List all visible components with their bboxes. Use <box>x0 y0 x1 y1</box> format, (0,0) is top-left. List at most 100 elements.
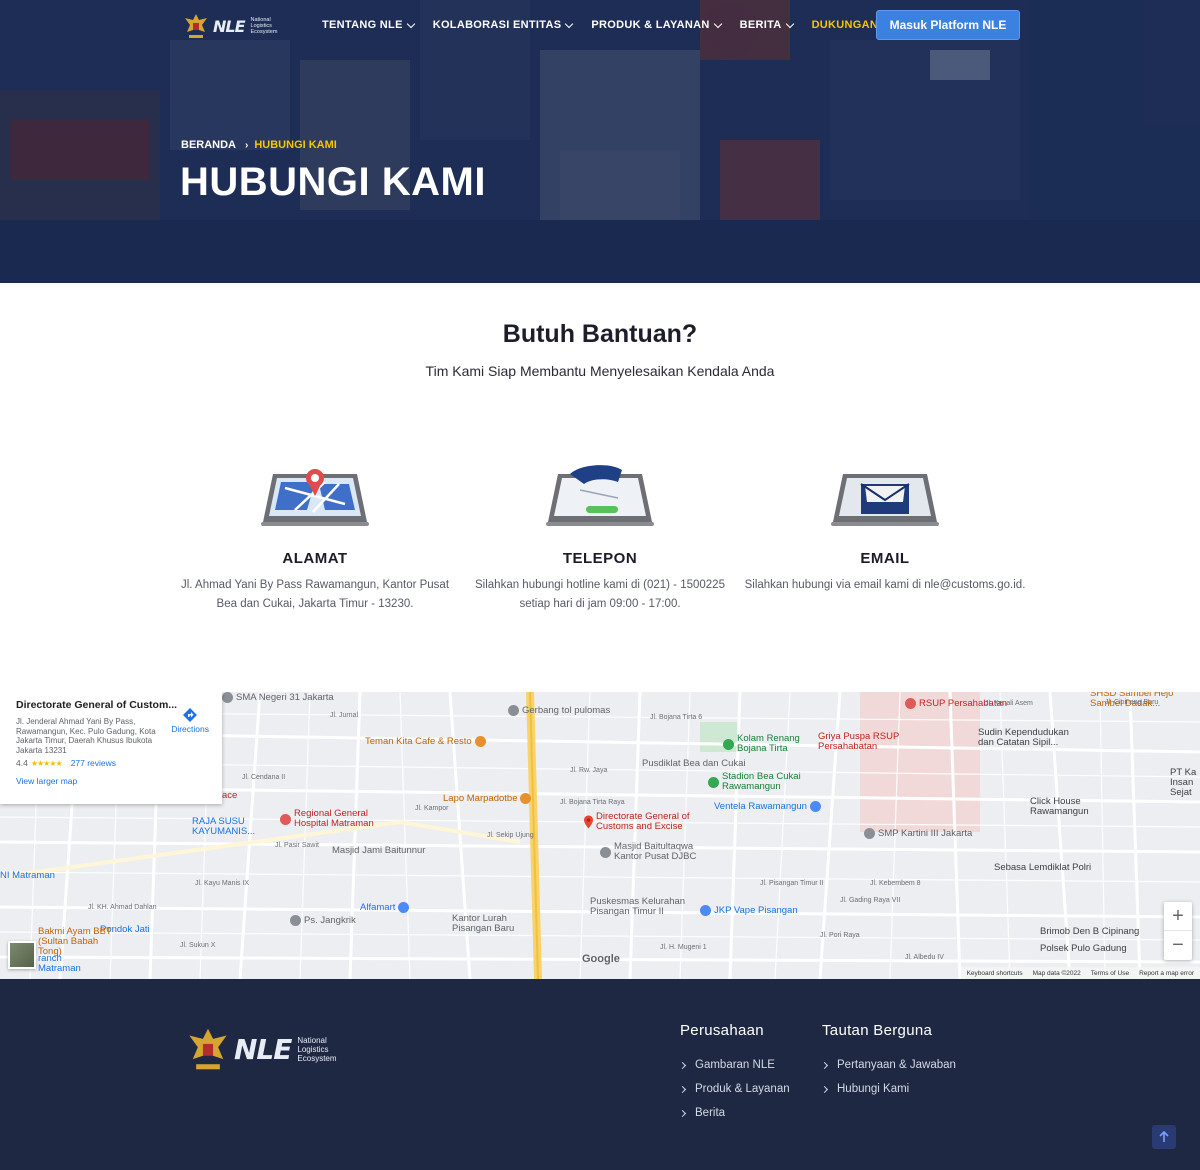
back-to-top-button[interactable] <box>1152 1125 1176 1149</box>
map-poi[interactable]: Polsek Pulo Gadung <box>1040 943 1127 954</box>
menu-label: KOLABORASI ENTITAS <box>432 19 562 31</box>
map-poi[interactable]: ace <box>222 790 237 801</box>
keyboard-shortcuts-link[interactable]: Keyboard shortcuts <box>967 970 1023 977</box>
poi-label: Kantor Lurah Pisangan Baru <box>452 913 515 934</box>
poi-label: Click House Rawamangun <box>1030 796 1089 817</box>
map-poi[interactable]: Ps. Jangkrik <box>290 915 356 926</box>
poi-label: Kolam Renang Bojana Tirta <box>737 733 800 754</box>
map-poi[interactable]: SMP Kartini III Jakarta <box>864 828 972 839</box>
menu-item-tentang-nle[interactable]: TENTANG NLE <box>322 19 415 31</box>
login-platform-button[interactable]: Masuk Platform NLE <box>876 10 1020 40</box>
pool-icon <box>723 738 734 750</box>
breadcrumb-home-link[interactable]: BERANDA <box>181 139 236 151</box>
footer-link[interactable]: Pertanyaan & Jawaban <box>820 1059 956 1071</box>
street-label: Jl. Pisangan Timur II <box>760 880 824 887</box>
map-poi[interactable]: JKP Vape Pisangan <box>700 905 798 916</box>
menu-label: DUKUNGAN <box>811 19 879 31</box>
shop-icon <box>700 905 711 916</box>
hero-banner: NLE National Logistics Ecosystem TENTANG… <box>0 0 1200 283</box>
map-poi[interactable]: Griya Puspa RSUP Persahabatan <box>818 732 918 752</box>
map-poi[interactable]: Alfamart <box>360 902 410 913</box>
street-label: Jl. Kebembem 8 <box>870 880 921 887</box>
poi-label: PT Ka Insan Sejat <box>1170 767 1197 798</box>
map-poi[interactable]: SMA Negeri 31 Jakarta <box>222 692 334 703</box>
place-rating: 4.4 ★★★★★ 277 reviews <box>16 758 212 768</box>
poi-label: Pusdiklat Bea dan Cukai <box>642 758 746 769</box>
terms-link[interactable]: Terms of Use <box>1091 970 1129 977</box>
footer-link-label: Hubungi Kami <box>837 1083 910 1095</box>
map-poi[interactable]: Regional General Hospital Matraman <box>280 809 390 829</box>
chevron-right-icon <box>678 1085 687 1093</box>
map-poi[interactable]: Puskesmas Kelurahan Pisangan Timur II <box>590 897 710 917</box>
map-poi[interactable]: Pusdiklat Bea dan Cukai <box>642 758 746 769</box>
chevron-right-icon <box>678 1109 687 1117</box>
zoom-out-button[interactable]: − <box>1164 931 1192 960</box>
map-poi[interactable]: NI Matraman <box>0 870 55 881</box>
map-poi[interactable]: PT Ka Insan Sejat <box>1170 768 1200 798</box>
zoom-in-button[interactable]: + <box>1164 902 1192 931</box>
help-title: Butuh Bantuan? <box>502 320 698 348</box>
place-address: Jl. Jenderal Ahmad Yani By Pass, Rawaman… <box>16 717 156 755</box>
map-poi[interactable]: Lapo Marpadotbe <box>443 793 532 804</box>
breadcrumb-current: HUBUNGI KAMI <box>254 139 337 151</box>
contact-description: Silahkan hubungi via email kami di nle@c… <box>744 579 1026 591</box>
street-label: Jl. Bojana Tirta Raya <box>560 799 625 806</box>
mosque-icon <box>600 846 611 858</box>
shop-icon <box>809 801 821 812</box>
map-poi[interactable]: RAJA SUSU KAYUMANIS... <box>192 817 282 837</box>
map-poi[interactable]: Sudin Kependudukan dan Catatan Sipil... <box>978 728 1078 748</box>
map-pin-icon <box>584 815 594 829</box>
menu-item-produk-layanan[interactable]: PRODUK & LAYANAN <box>591 19 722 31</box>
poi-label: Masjid Jami Baitunnur <box>332 845 426 856</box>
map-poi[interactable]: Gerbang tol pulomas <box>508 705 610 716</box>
footer: NLE National Logistics Ecosystem Perusah… <box>0 979 1200 1170</box>
menu-label: BERITA <box>739 19 782 31</box>
toll-gate-icon <box>508 705 519 716</box>
poi-label: Sebasa Lemdiklat Polri <box>994 862 1092 873</box>
map-poi[interactable]: Teman Kita Cafe & Resto <box>365 736 486 747</box>
contact-title: EMAIL <box>860 550 910 567</box>
map-poi[interactable]: ranch Matraman <box>38 954 98 974</box>
footer-link[interactable]: Hubungi Kami <box>820 1083 956 1095</box>
map-poi[interactable]: Sebasa Lemdiklat Polri <box>994 862 1091 873</box>
nle-logo[interactable]: NLE National Logistics Ecosystem <box>183 11 287 41</box>
top-navbar: NLE National Logistics Ecosystem TENTANG… <box>0 0 1200 52</box>
footer-link-label: Berita <box>695 1107 726 1119</box>
map-poi[interactable]: Click House Rawamangun <box>1030 797 1120 817</box>
footer-link[interactable]: Berita <box>678 1107 790 1119</box>
restaurant-icon <box>520 793 532 804</box>
footer-link-label: Gambaran NLE <box>695 1059 775 1071</box>
footer-link[interactable]: Gambaran NLE <box>678 1059 790 1071</box>
contact-title: ALAMAT <box>282 550 348 567</box>
map-poi[interactable]: Kantor Lurah Pisangan Baru <box>452 914 542 934</box>
map-poi[interactable]: Masjid Jami Baitunnur <box>332 845 425 856</box>
contact-description: Jl. Ahmad Yani By Pass Rawamangun, Kanto… <box>180 579 450 610</box>
page-title: HUBUNGI KAMI <box>180 160 486 204</box>
directions-button[interactable]: Directions <box>171 708 209 734</box>
logo-sub-line: Logistics <box>297 1044 329 1054</box>
menu-item-berita[interactable]: BERITA <box>739 19 794 31</box>
map-poi[interactable]: Stadion Bea Cukai Rawamangun <box>708 772 808 792</box>
poi-label: Stadion Bea Cukai Rawamangun <box>722 771 801 792</box>
map-poi-selected[interactable]: Directorate General of Customs and Excis… <box>584 812 714 832</box>
chevron-right-icon <box>820 1061 829 1069</box>
email-envelope-icon <box>831 474 939 526</box>
contact-card-phone: TELEPON Silahkan hubungi hotline kami di… <box>455 460 745 614</box>
shop-icon <box>398 902 410 913</box>
poi-label: Regional General Hospital Matraman <box>294 808 374 829</box>
view-larger-map-link[interactable]: View larger map <box>16 776 212 786</box>
google-map-embed[interactable]: SMA Negeri 31 Jakarta Gerbang tol puloma… <box>0 692 1200 979</box>
footer-link[interactable]: Produk & Layanan <box>678 1083 790 1095</box>
report-error-link[interactable]: Report a map error <box>1139 970 1194 977</box>
reviews-link[interactable]: 277 reviews <box>71 758 116 768</box>
chevron-right-icon: › <box>245 139 249 151</box>
poi-label: Alfamart <box>360 902 396 913</box>
map-poi[interactable]: Kolam Renang Bojana Tirta <box>723 734 813 754</box>
map-poi[interactable]: Ventela Rawamangun <box>714 801 821 812</box>
map-poi[interactable]: Brimob Den B Cipinang <box>1040 926 1139 937</box>
menu-item-kolaborasi-entitas[interactable]: KOLABORASI ENTITAS <box>432 19 574 31</box>
star-rating-icon: ★★★★★ <box>30 758 63 768</box>
footer-logo[interactable]: NLE National Logistics Ecosystem <box>186 1024 337 1074</box>
satellite-layer-toggle[interactable] <box>8 941 36 969</box>
map-poi[interactable]: Masjid Baitultaqwa Kantor Pusat DJBC <box>600 842 710 862</box>
